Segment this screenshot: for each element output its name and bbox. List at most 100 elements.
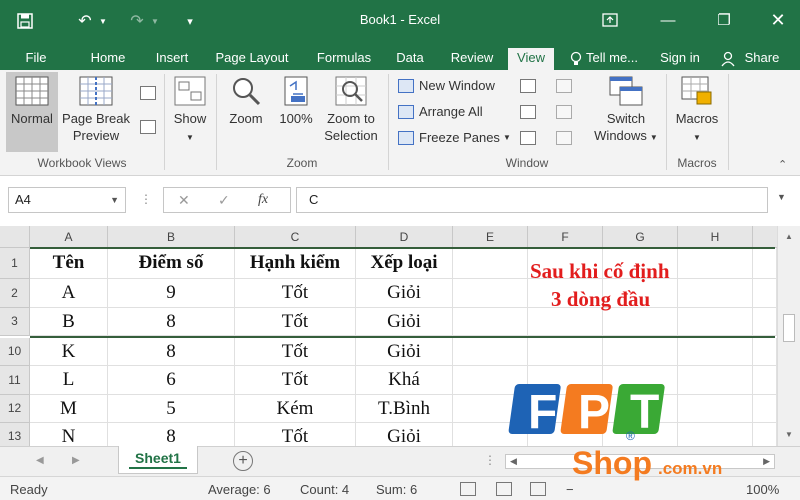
empty-cell[interactable] bbox=[678, 308, 753, 336]
status-zoom-level[interactable]: 100% bbox=[746, 482, 779, 497]
close-icon[interactable]: ✕ bbox=[760, 6, 796, 34]
cell-b11[interactable]: 6 bbox=[108, 366, 235, 395]
row-header[interactable]: 10 bbox=[0, 338, 30, 366]
tell-me-box[interactable]: Tell me... bbox=[586, 48, 648, 70]
cell-d10[interactable]: Giỏi bbox=[356, 338, 453, 366]
empty-cell[interactable] bbox=[753, 423, 777, 446]
tab-insert[interactable]: Insert bbox=[146, 48, 198, 70]
tab-view[interactable]: View bbox=[508, 48, 554, 70]
vertical-scroll-thumb[interactable] bbox=[783, 314, 795, 342]
empty-cell[interactable] bbox=[678, 279, 753, 308]
switch-windows-button[interactable]: Switch Windows ▼ bbox=[590, 76, 662, 146]
synchronous-scrolling-icon[interactable] bbox=[556, 105, 572, 119]
column-header-f[interactable]: F bbox=[528, 226, 603, 248]
reset-window-position-icon[interactable] bbox=[556, 131, 572, 145]
name-box[interactable]: A4 ▼ bbox=[8, 187, 126, 213]
column-header-d[interactable]: D bbox=[356, 226, 453, 248]
cancel-icon[interactable]: ✕ bbox=[178, 192, 190, 209]
expand-formula-bar-icon[interactable]: ▼ bbox=[777, 192, 786, 202]
empty-cell[interactable] bbox=[528, 308, 603, 336]
empty-cell[interactable] bbox=[753, 248, 777, 279]
tab-split-grip-icon[interactable]: ⋮ bbox=[484, 453, 496, 467]
cell-a2[interactable]: A bbox=[30, 279, 108, 308]
cell-d12[interactable]: T.Bình bbox=[356, 395, 453, 423]
cell-b2[interactable]: 9 bbox=[108, 279, 235, 308]
normal-view-status-icon[interactable] bbox=[460, 482, 476, 496]
empty-cell[interactable] bbox=[753, 395, 777, 423]
row-header[interactable]: 13 bbox=[0, 423, 30, 446]
row-header[interactable]: 1 bbox=[0, 248, 30, 279]
cell-c2[interactable]: Tốt bbox=[235, 279, 356, 308]
empty-cell[interactable] bbox=[453, 248, 528, 279]
prev-sheet-icon[interactable]: ◀ bbox=[36, 455, 44, 466]
status-average[interactable]: Average: 6 bbox=[208, 482, 271, 497]
new-window-button[interactable]: New Window bbox=[398, 78, 495, 93]
formula-input[interactable]: C bbox=[296, 187, 768, 213]
cell-c13[interactable]: Tốt bbox=[235, 423, 356, 446]
zoom-100-button[interactable]: 100% bbox=[274, 76, 318, 127]
status-sum[interactable]: Sum: 6 bbox=[376, 482, 417, 497]
custom-views-icon[interactable] bbox=[140, 120, 156, 134]
scroll-up-icon[interactable]: ▲ bbox=[785, 232, 793, 241]
minimize-icon[interactable]: — bbox=[650, 6, 686, 34]
macros-button[interactable]: Macros ▼ bbox=[670, 76, 724, 146]
column-header-h[interactable]: H bbox=[678, 226, 753, 248]
row-header[interactable]: 2 bbox=[0, 279, 30, 308]
cell-b13[interactable]: 8 bbox=[108, 423, 235, 446]
empty-cell[interactable] bbox=[453, 279, 528, 308]
row-header[interactable]: 3 bbox=[0, 308, 30, 336]
tab-formulas[interactable]: Formulas bbox=[306, 48, 382, 70]
empty-cell[interactable] bbox=[453, 308, 528, 336]
restore-icon[interactable]: ❐ bbox=[706, 6, 742, 34]
scroll-right-icon[interactable]: ▶ bbox=[763, 456, 770, 467]
row-header[interactable]: 12 bbox=[0, 395, 30, 423]
sign-in-link[interactable]: Sign in bbox=[656, 48, 704, 70]
cell-d13[interactable]: Giỏi bbox=[356, 423, 453, 446]
column-header-c[interactable]: C bbox=[235, 226, 356, 248]
select-all-corner[interactable] bbox=[0, 226, 30, 248]
cell-c12[interactable]: Kém bbox=[235, 395, 356, 423]
empty-cell[interactable] bbox=[603, 338, 678, 366]
tab-review[interactable]: Review bbox=[442, 48, 502, 70]
page-break-preview-button[interactable]: Page Break Preview bbox=[60, 76, 132, 144]
tab-page-layout[interactable]: Page Layout bbox=[206, 48, 298, 70]
sheet-tab-sheet1[interactable]: Sheet1 bbox=[118, 446, 198, 474]
add-sheet-icon[interactable]: + bbox=[233, 451, 253, 471]
vertical-scrollbar[interactable]: ▲ ▼ bbox=[777, 226, 800, 446]
cell-d2[interactable]: Giỏi bbox=[356, 279, 453, 308]
cell-c1[interactable]: Hạnh kiểm bbox=[235, 248, 356, 279]
row-header[interactable]: 11 bbox=[0, 366, 30, 395]
freeze-panes-button[interactable]: Freeze Panes ▼ bbox=[398, 130, 511, 145]
zoom-button[interactable]: Zoom bbox=[222, 76, 270, 127]
cell-a11[interactable]: L bbox=[30, 366, 108, 395]
cell-b3[interactable]: 8 bbox=[108, 308, 235, 336]
split-icon[interactable] bbox=[520, 79, 536, 93]
show-button[interactable]: Show ▼ bbox=[168, 76, 212, 146]
next-sheet-icon[interactable]: ▶ bbox=[72, 455, 80, 466]
cell-b10[interactable]: 8 bbox=[108, 338, 235, 366]
cell-c10[interactable]: Tốt bbox=[235, 338, 356, 366]
cell-b1[interactable]: Điểm số bbox=[108, 248, 235, 279]
empty-cell[interactable] bbox=[753, 279, 777, 308]
enter-icon[interactable]: ✓ bbox=[218, 192, 230, 209]
empty-cell[interactable] bbox=[753, 338, 777, 366]
page-layout-view-icon[interactable] bbox=[140, 86, 156, 100]
cell-d3[interactable]: Giỏi bbox=[356, 308, 453, 336]
scroll-down-icon[interactable]: ▼ bbox=[785, 430, 793, 439]
view-side-by-side-icon[interactable] bbox=[556, 79, 572, 93]
cell-c3[interactable]: Tốt bbox=[235, 308, 356, 336]
collapse-ribbon-icon[interactable]: ⌃ bbox=[778, 158, 787, 171]
ribbon-display-options-icon[interactable] bbox=[592, 6, 628, 34]
empty-cell[interactable] bbox=[678, 248, 753, 279]
arrange-all-button[interactable]: Arrange All bbox=[398, 104, 483, 119]
cell-c11[interactable]: Tốt bbox=[235, 366, 356, 395]
tab-home[interactable]: Home bbox=[82, 48, 134, 70]
empty-cell[interactable] bbox=[603, 308, 678, 336]
normal-view-button[interactable]: Normal bbox=[6, 72, 58, 152]
cell-a10[interactable]: K bbox=[30, 338, 108, 366]
empty-cell[interactable] bbox=[453, 338, 528, 366]
cell-a13[interactable]: N bbox=[30, 423, 108, 446]
cell-d1[interactable]: Xếp loại bbox=[356, 248, 453, 279]
column-header-g[interactable]: G bbox=[603, 226, 678, 248]
tab-data[interactable]: Data bbox=[390, 48, 430, 70]
